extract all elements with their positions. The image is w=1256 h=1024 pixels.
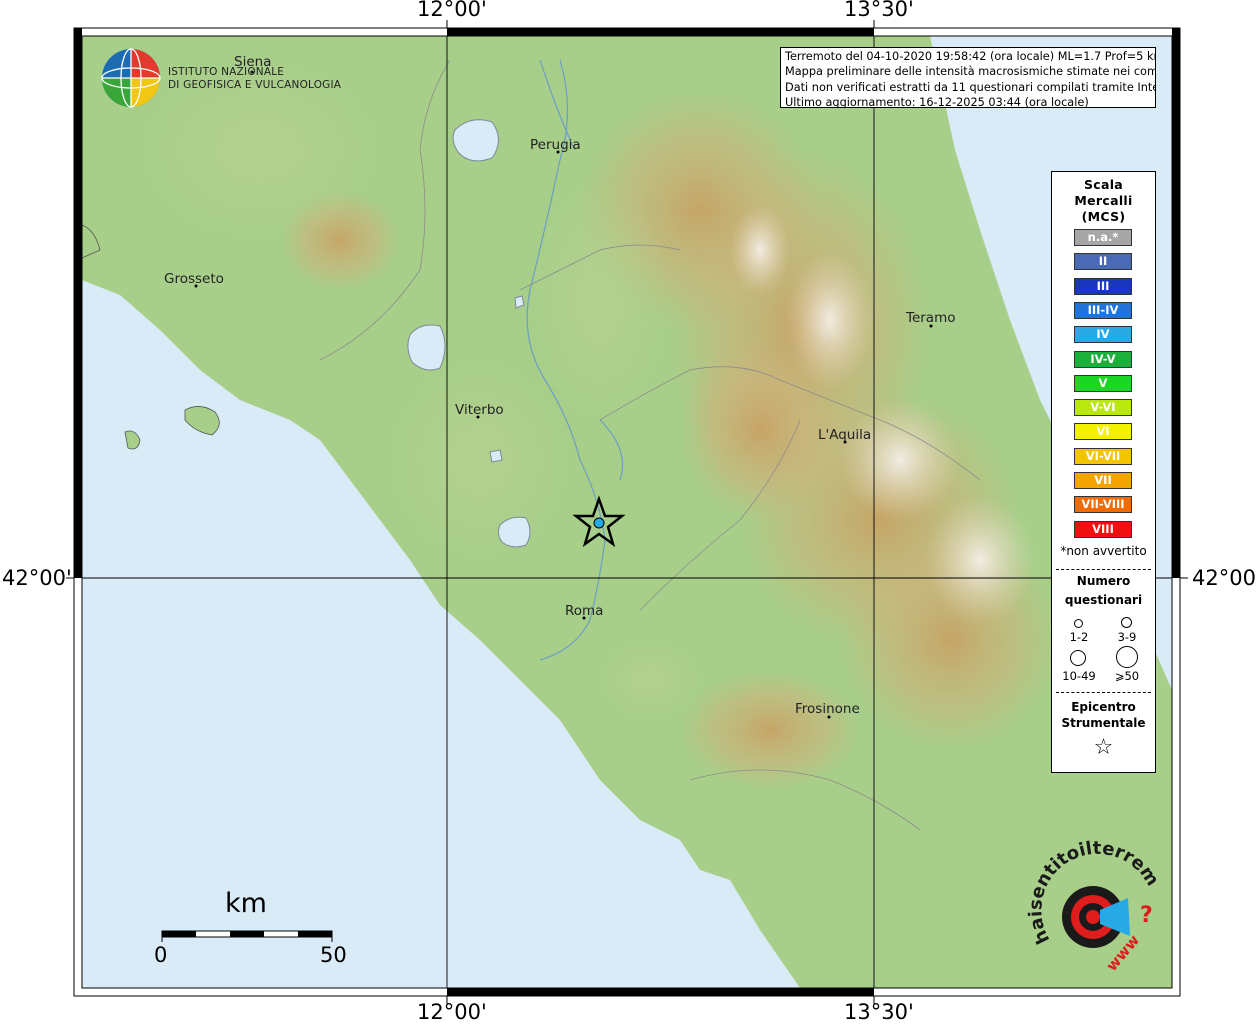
epicenter-title-line1: Epicentro: [1071, 700, 1136, 714]
legend-separator: [1056, 692, 1151, 693]
legend-swatch: VI: [1074, 423, 1132, 441]
legend-swatch: III: [1074, 277, 1132, 295]
legend-swatch: V: [1074, 374, 1132, 392]
count-label-3: 10-49: [1062, 669, 1096, 683]
legend-swatch: V-VI: [1074, 399, 1132, 417]
city-label: L'Aquila: [818, 427, 872, 443]
legend-swatch: IV-V: [1074, 350, 1132, 368]
legend-title-line3: (MCS): [1081, 209, 1126, 224]
epicenter-title: Epicentro Strumentale: [1052, 699, 1155, 731]
legend-title: Scala Mercalli (MCS): [1052, 177, 1155, 225]
epicenter-star-icon: ☆: [1093, 735, 1114, 760]
lake-bracciano: [497, 516, 531, 548]
city-label: Grosseto: [164, 271, 224, 287]
legend-swatch: III-IV: [1074, 301, 1132, 319]
ingv-logo-line2: DI GEOFISICA E VULCANOLOGIA: [168, 79, 342, 91]
legend-swatch: II: [1074, 253, 1132, 271]
info-line-map: Mappa preliminare delle intensità macros…: [785, 65, 1156, 79]
count-circle-xlarge: [1116, 646, 1138, 668]
legend-swatch: IV: [1074, 326, 1132, 344]
legend-note: *non avvertito: [1060, 544, 1147, 558]
legend-swatch: VI-VII: [1074, 447, 1132, 465]
legend-title-line1: Scala: [1083, 177, 1124, 192]
city-label: Roma: [565, 603, 604, 619]
count-label-4: ⩾50: [1114, 669, 1140, 683]
count-circle-small: [1074, 619, 1083, 628]
legend-swatch: VIII: [1074, 520, 1132, 538]
city-label: Frosinone: [795, 701, 860, 717]
city-label: Perugia: [530, 137, 581, 153]
city-label: Siena: [234, 54, 272, 70]
legend-title-line2: Mercalli: [1074, 193, 1133, 208]
legend-swatch: n.a.*: [1074, 229, 1132, 246]
lake-vico: [489, 449, 503, 463]
lon-label-bottom-left: 12°00': [417, 1000, 487, 1024]
legend-separator: [1056, 569, 1151, 570]
lat-label-right: 42°00': [1192, 566, 1256, 590]
count-label-2: 3-9: [1117, 630, 1137, 644]
legend-swatch: VII: [1074, 472, 1132, 489]
lon-label-top-left: 12°00': [417, 0, 487, 21]
lat-label-left: 42°00': [2, 566, 72, 590]
scale-max: 50: [320, 943, 347, 967]
scale-min: 0: [154, 943, 168, 967]
count-circle-medium: [1121, 617, 1132, 628]
intensity-observation-dot: [593, 517, 605, 529]
epicenter-title-line2: Strumentale: [1061, 716, 1146, 730]
count-title: Numero questionari: [1052, 572, 1155, 610]
count-title-line1: Numero: [1076, 574, 1131, 588]
city-label: Viterbo: [455, 402, 504, 418]
svg-text:?: ?: [1140, 903, 1153, 928]
city-label: Teramo: [906, 310, 956, 326]
count-circle-large: [1070, 650, 1086, 666]
lon-label-top-right: 13°30': [844, 0, 914, 21]
count-label-1: 1-2: [1069, 630, 1089, 644]
event-info-box: Terremoto del 04-10-2020 19:58:42 (ora l…: [780, 47, 1156, 108]
count-title-line2: questionari: [1064, 593, 1143, 607]
legend-swatch: VII-VIII: [1074, 496, 1132, 514]
lake-bolsena: [407, 324, 446, 371]
mcs-legend: Scala Mercalli (MCS) n.a.* II III III-IV IV I…: [1051, 171, 1156, 773]
lon-label-bottom-right: 13°30': [844, 1000, 914, 1024]
info-line-updated: Ultimo aggiornamento: 16-12-2025 03:44 (…: [785, 95, 1089, 108]
ingv-logo-globe-icon: [101, 48, 161, 108]
scale-unit: km: [225, 888, 267, 919]
info-line-data: Dati non verificati estratti da 11 quest…: [785, 80, 1156, 94]
info-line-event: Terremoto del 04-10-2020 19:58:42 (ora l…: [785, 50, 1156, 63]
